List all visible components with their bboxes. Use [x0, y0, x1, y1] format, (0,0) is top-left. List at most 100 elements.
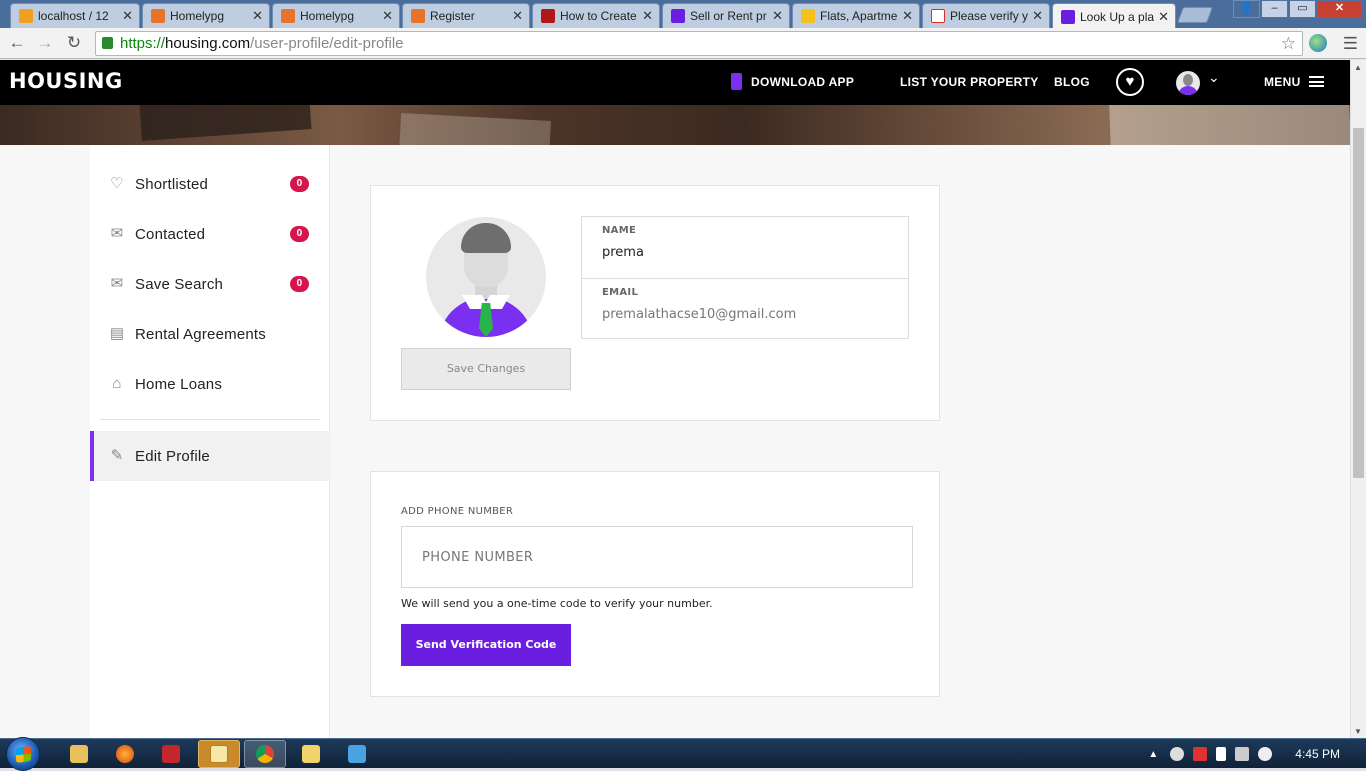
app-tray-icon[interactable] — [1193, 747, 1208, 761]
extension-globe-icon[interactable] — [1309, 34, 1327, 52]
close-icon[interactable]: ✕ — [642, 8, 653, 24]
gmail-icon — [931, 9, 945, 23]
close-icon[interactable]: ✕ — [382, 8, 393, 24]
browser-tab[interactable]: How to Create ✕ — [532, 3, 660, 28]
close-window-button[interactable]: ✕ — [1317, 0, 1362, 18]
taskbar-firefox[interactable] — [104, 740, 146, 768]
maximize-button[interactable]: ▭ — [1289, 0, 1316, 18]
back-icon[interactable]: ← — [6, 32, 28, 54]
reload-icon[interactable]: ↻ — [63, 32, 85, 54]
browser-tab[interactable]: Please verify y ✕ — [922, 3, 1050, 28]
chevron-down-icon[interactable]: ⌄ — [1208, 69, 1220, 86]
menu-label: MENU — [1264, 75, 1301, 89]
browser-tab[interactable]: Register ✕ — [402, 3, 530, 28]
save-changes-button[interactable]: Save Changes — [401, 348, 571, 390]
url-host: housing.com — [165, 35, 251, 52]
close-icon[interactable]: ✕ — [122, 8, 133, 24]
system-tray: ▲ 4:45 PM — [1148, 739, 1366, 769]
site-icon — [801, 9, 815, 23]
start-button[interactable] — [6, 737, 40, 771]
blog-link[interactable]: BLOG — [1054, 60, 1090, 105]
profile-sidebar: ♡ Shortlisted 0 ✉ Contacted 0 ✉ Save Sea… — [90, 145, 330, 738]
name-field[interactable]: NAME prema — [582, 217, 908, 278]
download-app-link[interactable]: DOWNLOAD APP — [731, 60, 854, 105]
show-hidden-icons-icon[interactable]: ▲ — [1148, 749, 1158, 760]
list-property-link[interactable]: LIST YOUR PROPERTY — [900, 60, 1039, 105]
bookmark-star-icon[interactable]: ☆ — [1281, 32, 1296, 55]
close-icon[interactable]: ✕ — [1032, 8, 1043, 24]
minimize-button[interactable]: – — [1261, 0, 1288, 18]
files-icon — [302, 745, 320, 763]
email-field: EMAIL premalathacse10@gmail.com — [582, 278, 908, 339]
sidebar-item-shortlisted[interactable]: ♡ Shortlisted 0 — [90, 159, 330, 209]
sidebar-item-rental-agreements[interactable]: ▤ Rental Agreements — [90, 309, 330, 359]
name-value[interactable]: prema — [602, 245, 908, 260]
download-app-label: DOWNLOAD APP — [751, 75, 855, 89]
close-icon[interactable]: ✕ — [512, 8, 523, 24]
page-content: ♡ Shortlisted 0 ✉ Contacted 0 ✉ Save Sea… — [0, 145, 1350, 738]
new-tab-button[interactable] — [1177, 7, 1213, 23]
site-icon — [541, 9, 555, 23]
tab-title: Homelypg — [300, 9, 355, 23]
sidebar-item-save-search[interactable]: ✉ Save Search 0 — [90, 259, 330, 309]
phone-number-input[interactable] — [401, 526, 913, 588]
clock[interactable]: 4:45 PM — [1295, 747, 1340, 761]
housing-logo[interactable]: HOUSING — [9, 69, 123, 93]
sidebar-item-home-loans[interactable]: ⌂ Home Loans — [90, 359, 330, 409]
browser-tab-strip: localhost / 12 ✕ Homelypg ✕ Homelypg ✕ R… — [0, 0, 1366, 29]
hamburger-icon — [1308, 76, 1324, 88]
windows-taskbar: ▲ 4:45 PM — [0, 737, 1366, 771]
browser-tab[interactable]: Homelypg ✕ — [142, 3, 270, 28]
send-verification-code-button[interactable]: Send Verification Code — [401, 624, 571, 666]
scroll-down-arrow-icon[interactable]: ▼ — [1354, 727, 1362, 736]
volume-muted-icon[interactable] — [1258, 747, 1273, 761]
menu-button[interactable]: MENU — [1264, 60, 1324, 105]
profile-avatar[interactable] — [426, 217, 546, 337]
mail-search-icon: ✉ — [110, 275, 124, 292]
chrome-menu-icon[interactable]: ☰ — [1343, 34, 1358, 54]
close-icon[interactable]: ✕ — [252, 8, 263, 24]
sidebar-item-edit-profile[interactable]: ✎ Edit Profile — [90, 431, 330, 481]
url-scheme: https:// — [120, 35, 166, 52]
close-icon[interactable]: ✕ — [902, 8, 913, 24]
taskbar-files[interactable] — [290, 740, 332, 768]
taskbar-xampp[interactable] — [198, 740, 240, 768]
close-icon[interactable]: ✕ — [772, 8, 783, 24]
taskbar-filezilla[interactable] — [150, 740, 192, 768]
avatar[interactable] — [1176, 71, 1200, 95]
scroll-thumb[interactable] — [1353, 128, 1364, 478]
flag-icon[interactable] — [1216, 747, 1227, 761]
user-icon[interactable]: 👤 — [1233, 0, 1260, 18]
browser-tab[interactable]: Sell or Rent pr ✕ — [662, 3, 790, 28]
browser-tab[interactable]: Homelypg ✕ — [272, 3, 400, 28]
page-scrollbar[interactable]: ▲ ▼ — [1350, 60, 1366, 738]
tab-title: localhost / 12 — [38, 9, 109, 23]
heart-icon[interactable]: ♥ — [1116, 68, 1144, 96]
url-path: /user-profile/edit-profile — [250, 35, 404, 52]
phone-hint-text: We will send you a one-time code to veri… — [401, 597, 713, 610]
taskbar-chrome[interactable] — [244, 740, 286, 768]
address-bar[interactable]: https://housing.com/user-profile/edit-pr… — [95, 31, 1303, 56]
banner-decoration — [138, 105, 312, 141]
window-controls: 👤 – ▭ ✕ — [1232, 0, 1362, 18]
tab-title: Look Up a pla — [1080, 9, 1155, 24]
sidebar-item-label: Edit Profile — [135, 447, 210, 465]
sidebar-item-contacted[interactable]: ✉ Contacted 0 — [90, 209, 330, 259]
heart-outline-icon: ♡ — [110, 175, 124, 192]
envelope-icon: ✉ — [110, 225, 124, 242]
forward-icon[interactable]: → — [34, 32, 56, 54]
close-icon[interactable]: ✕ — [1158, 9, 1169, 25]
scroll-up-arrow-icon[interactable]: ▲ — [1354, 63, 1362, 72]
lock-icon — [102, 37, 113, 49]
taskbar-explorer[interactable] — [58, 740, 100, 768]
pencil-icon: ✎ — [110, 447, 124, 464]
tab-title: Register — [430, 9, 475, 23]
gear-icon[interactable] — [1170, 747, 1185, 761]
email-label: EMAIL — [602, 287, 639, 298]
network-status-icon[interactable] — [1235, 747, 1250, 761]
taskbar-network[interactable] — [336, 740, 378, 768]
browser-tab[interactable]: localhost / 12 ✕ — [10, 3, 140, 28]
tab-title: Sell or Rent pr — [690, 9, 767, 23]
browser-tab-active[interactable]: Look Up a pla ✕ — [1052, 3, 1176, 29]
browser-tab[interactable]: Flats, Apartme ✕ — [792, 3, 920, 28]
